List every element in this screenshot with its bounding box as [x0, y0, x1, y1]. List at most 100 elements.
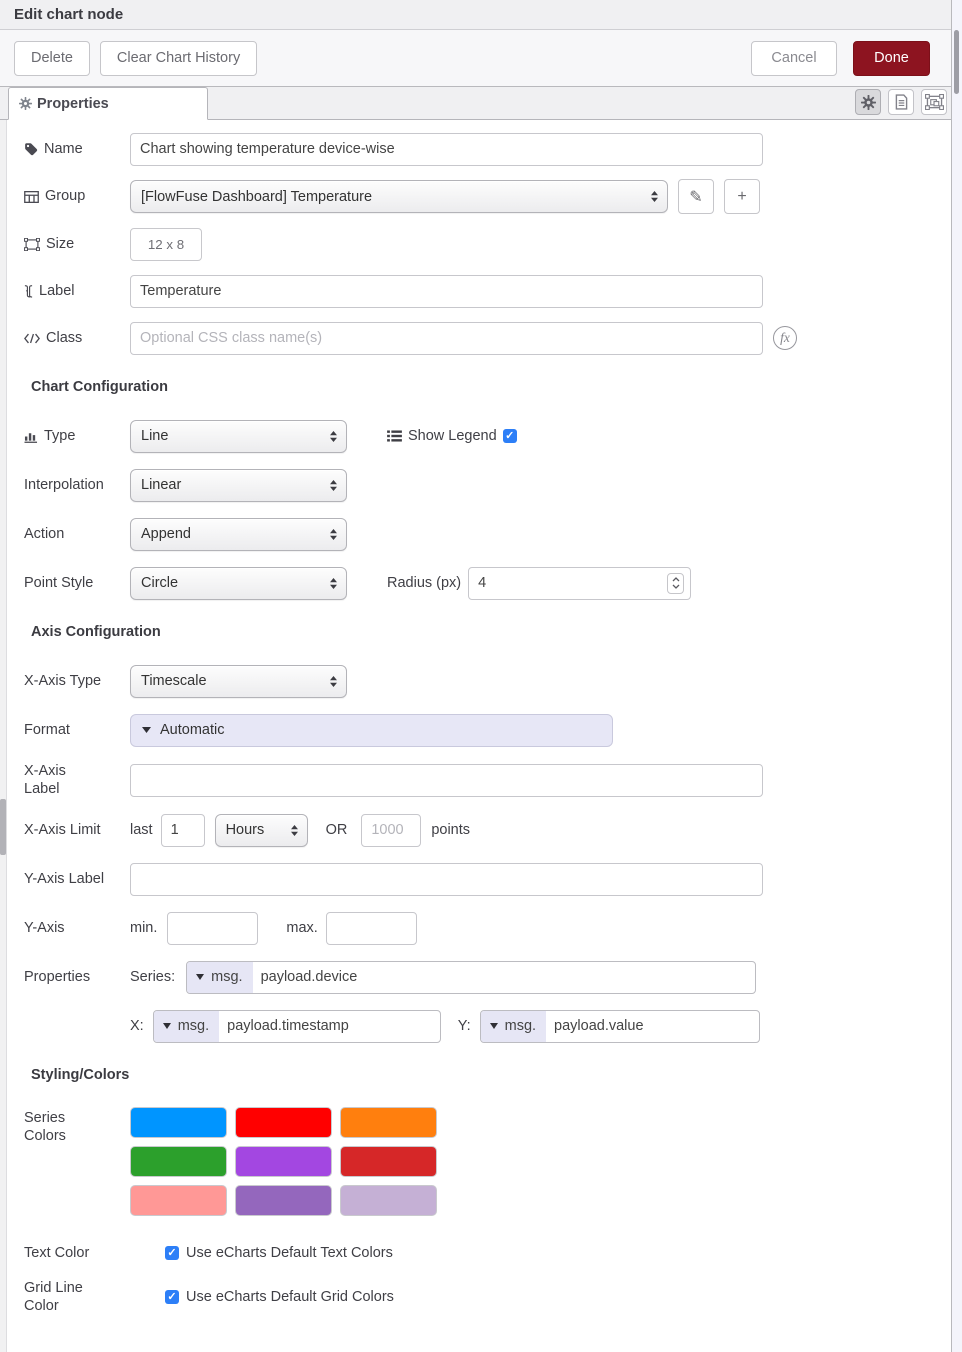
format-row: Format Automatic	[24, 713, 951, 747]
x-type-button[interactable]: msg.	[154, 1011, 219, 1042]
interpolation-row: Interpolation Linear	[24, 468, 951, 502]
action-select[interactable]: Append	[130, 518, 347, 551]
right-scrollbar-track[interactable]	[951, 0, 962, 1352]
limit-points-input[interactable]	[361, 814, 421, 847]
clear-chart-history-button[interactable]: Clear Chart History	[100, 41, 257, 76]
x-axis-type-label-text: X-Axis Type	[24, 672, 101, 690]
x-axis-label-label: X-Axis Label	[24, 762, 130, 798]
tab-properties[interactable]: Properties	[8, 87, 208, 120]
delete-button[interactable]: Delete	[14, 41, 90, 76]
size-label: Size	[24, 235, 130, 253]
radius-input-wrap	[468, 567, 691, 600]
y-typed-input[interactable]: msg. payload.value	[480, 1010, 760, 1043]
limit-value-input[interactable]	[161, 814, 205, 847]
interpolation-label: Interpolation	[24, 476, 130, 494]
edit-group-button[interactable]: ✎	[678, 179, 714, 214]
properties-label-text: Properties	[24, 968, 90, 986]
radius-label: Radius (px)	[387, 575, 461, 591]
series-color-swatch-8[interactable]	[235, 1185, 332, 1216]
appearance-button[interactable]	[921, 89, 947, 115]
plus-icon: +	[737, 188, 746, 206]
series-color-swatch-5[interactable]	[235, 1146, 332, 1177]
left-scrollbar-thumb[interactable]	[0, 799, 6, 855]
size-button[interactable]: 12 x 8	[130, 228, 202, 261]
y-axis-label-input[interactable]	[130, 863, 763, 896]
right-scrollbar-thumb[interactable]	[954, 30, 959, 94]
y-axis-min-input[interactable]	[167, 912, 258, 945]
text-color-label-text: Text Color	[24, 1244, 89, 1262]
point-style-label-text: Point Style	[24, 574, 93, 592]
group-label-text: Group	[45, 187, 85, 205]
description-button[interactable]	[888, 89, 914, 115]
caret-down-icon	[490, 1023, 498, 1029]
series-type-button[interactable]: msg.	[187, 962, 252, 993]
type-select[interactable]: Line	[130, 420, 347, 453]
class-input[interactable]	[130, 322, 763, 355]
action-label: Action	[24, 525, 130, 543]
action-row: Action Append	[24, 517, 951, 551]
series-type-label: msg.	[211, 969, 242, 985]
grid-color-checkbox[interactable]: ✓	[165, 1290, 179, 1304]
series-color-swatch-1[interactable]	[130, 1107, 227, 1138]
y-type-button[interactable]: msg.	[481, 1011, 546, 1042]
limit-points-text: points	[431, 822, 470, 838]
point-style-select[interactable]: Circle	[130, 567, 347, 600]
format-dropdown[interactable]: Automatic	[130, 714, 613, 747]
point-style-label: Point Style	[24, 574, 130, 592]
point-style-select-value: Circle	[141, 575, 329, 591]
x-axis-type-select[interactable]: Timescale	[130, 665, 347, 698]
y-type-label: msg.	[505, 1018, 536, 1034]
properties-gear-button[interactable]	[855, 89, 881, 115]
updown-arrows-icon	[290, 824, 299, 837]
x-axis-label-input[interactable]	[130, 764, 763, 797]
name-input[interactable]	[130, 133, 763, 166]
y-axis-max-input[interactable]	[326, 912, 417, 945]
object-group-icon	[24, 238, 40, 251]
caret-down-icon	[142, 727, 151, 733]
series-color-swatch-2[interactable]	[235, 1107, 332, 1138]
series-label: Series:	[130, 969, 175, 985]
label-input[interactable]	[130, 275, 763, 308]
properties-form: Name Group [FlowFuse Dashboard] Temperat…	[7, 120, 951, 1352]
show-legend-label: Show Legend	[408, 428, 497, 444]
interpolation-select[interactable]: Linear	[130, 469, 347, 502]
name-label-text: Name	[44, 140, 83, 158]
group-select[interactable]: [FlowFuse Dashboard] Temperature	[130, 180, 668, 213]
radius-input[interactable]	[468, 567, 691, 600]
group-label: Group	[24, 187, 130, 205]
show-legend-checkbox[interactable]: ✓	[503, 429, 517, 443]
x-typed-input[interactable]: msg. payload.timestamp	[153, 1010, 441, 1043]
properties-label: Properties	[24, 968, 130, 986]
dialog-toolbar: Delete Clear Chart History Cancel Done	[0, 30, 951, 87]
radius-group: Radius (px)	[387, 567, 691, 600]
interpolation-label-text: Interpolation	[24, 476, 104, 494]
series-color-swatch-7[interactable]	[130, 1185, 227, 1216]
series-color-swatch-6[interactable]	[340, 1146, 437, 1177]
text-color-checkbox[interactable]: ✓	[165, 1246, 179, 1260]
type-row: Type Line Show Legend ✓	[24, 419, 951, 453]
series-typed-input[interactable]: msg. payload.device	[186, 961, 756, 994]
series-color-swatch-3[interactable]	[340, 1107, 437, 1138]
caret-down-icon	[196, 974, 204, 980]
add-group-button[interactable]: +	[724, 179, 760, 214]
x-axis-limit-label-text: X-Axis Limit	[24, 821, 101, 839]
updown-arrows-icon	[650, 190, 659, 203]
done-button[interactable]: Done	[853, 41, 930, 76]
y-axis-row: Y-Axis min. max.	[24, 911, 951, 945]
limit-unit-select[interactable]: Hours	[215, 814, 308, 847]
size-label-text: Size	[46, 235, 74, 253]
left-scrollbar-track[interactable]	[0, 120, 7, 1352]
series-color-swatch-4[interactable]	[130, 1146, 227, 1177]
type-label: Type	[24, 427, 130, 445]
cancel-button[interactable]: Cancel	[751, 41, 837, 76]
updown-arrows-icon	[329, 479, 338, 492]
i-cursor-icon	[24, 284, 33, 299]
series-color-swatch-9[interactable]	[340, 1185, 437, 1216]
x-axis-label-label-text: X-Axis Label	[24, 762, 86, 798]
radius-stepper[interactable]	[667, 573, 684, 594]
group-select-value: [FlowFuse Dashboard] Temperature	[141, 189, 650, 205]
format-label: Format	[24, 721, 130, 739]
text-color-field: ✓ Use eCharts Default Text Colors	[165, 1245, 393, 1261]
series-colors-grid	[130, 1107, 437, 1216]
y-axis-label-row: Y-Axis Label	[24, 862, 951, 896]
